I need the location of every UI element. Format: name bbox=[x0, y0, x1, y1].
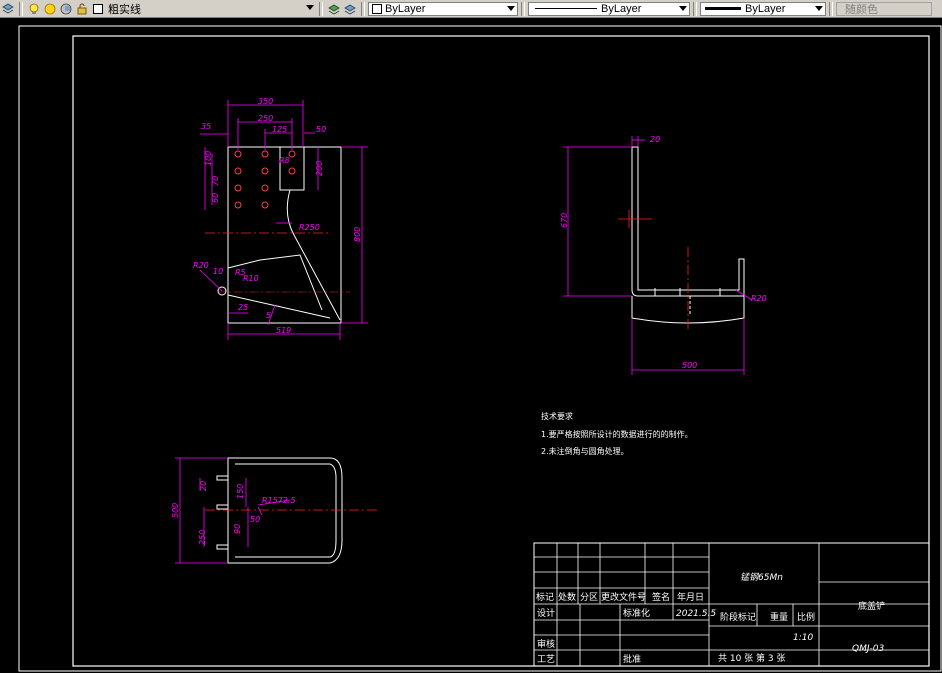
dim-35: 35 bbox=[201, 122, 211, 131]
chevron-down-icon[interactable] bbox=[306, 4, 314, 10]
sun-icon[interactable] bbox=[44, 3, 56, 15]
bulb-icon[interactable] bbox=[28, 3, 40, 15]
dim-r250: R250 bbox=[299, 223, 320, 232]
lock-icon[interactable] bbox=[76, 3, 88, 15]
dim-90: 90 bbox=[233, 524, 242, 534]
dim-10: 10 bbox=[213, 267, 223, 276]
tb-material: 锰钢65Mn bbox=[740, 572, 783, 583]
dim-200: 200 bbox=[315, 161, 324, 176]
tb-header-mark: 标记 bbox=[536, 591, 554, 603]
tb-stage-label: 阶段标记 bbox=[720, 611, 756, 623]
tb-header-zone: 分区 bbox=[580, 592, 598, 603]
dim-500: 500 bbox=[171, 503, 180, 518]
dim-r1572: R1572.5 bbox=[262, 496, 296, 505]
tb-process-label: 工艺 bbox=[537, 654, 555, 665]
layer-manager-icon[interactable] bbox=[2, 3, 14, 15]
tb-header-sign: 签名 bbox=[652, 591, 670, 603]
dim-20: 20 bbox=[650, 135, 660, 144]
properties-toolbar: 粗实线 ByLayer ByLayer ByLayer 随颜色 bbox=[0, 0, 942, 18]
dim-800: 800 bbox=[353, 227, 362, 242]
tb-drawing-number: QMJ-03 bbox=[852, 644, 884, 654]
layer-dropdown[interactable]: 粗实线 bbox=[106, 2, 316, 16]
dim-350: 350 bbox=[258, 97, 273, 106]
dim-r20: R20 bbox=[193, 261, 209, 270]
dim-5: 5 bbox=[266, 311, 271, 320]
dim-500: 500 bbox=[682, 361, 697, 370]
view-top: 500 20 150 90 250 50 R1572.5 bbox=[171, 457, 380, 564]
dim-250: 250 bbox=[258, 114, 273, 123]
dim-250: 250 bbox=[198, 530, 207, 545]
tb-part-name: 底盖铲 bbox=[858, 600, 885, 612]
chevron-down-icon[interactable] bbox=[507, 5, 515, 11]
color-swatch-icon bbox=[372, 3, 382, 14]
dim-r8: R8 bbox=[279, 156, 290, 165]
dim-50: 50 bbox=[316, 125, 326, 134]
title-block: 标记 处数 分区 更改文件号 签名 年月日 设计 标准化 2021.5.5 审核… bbox=[533, 542, 930, 667]
dim-60: 60 bbox=[211, 193, 220, 203]
technical-notes: 技术要求 1.要严格按照所设计的数据进行的的制作。 2.未注倒角与圆角处理。 bbox=[541, 411, 693, 456]
lineweight-control-dropdown[interactable]: ByLayer bbox=[700, 1, 826, 16]
layer-previous-icon[interactable] bbox=[344, 3, 356, 15]
dim-519: 519 bbox=[276, 326, 291, 335]
drawing-canvas[interactable]: 350 250 125 50 35 100 70 60 200 800 519 … bbox=[0, 18, 942, 673]
plotstyle-control-value: 随颜色 bbox=[845, 2, 878, 16]
dim-670: 670 bbox=[560, 213, 569, 228]
outer-border bbox=[18, 25, 942, 672]
linetype-sample-line bbox=[535, 8, 597, 9]
dim-25: 25 bbox=[238, 303, 248, 312]
linetype-control-dropdown[interactable]: ByLayer bbox=[528, 1, 690, 16]
view-front-section: 350 250 125 50 35 100 70 60 200 800 519 … bbox=[193, 97, 368, 340]
dim-100: 100 bbox=[204, 151, 213, 166]
tb-header-count: 处数 bbox=[558, 591, 576, 603]
tb-sheets: 共 10 张 第 3 张 bbox=[718, 652, 785, 664]
tb-scale-label: 比例 bbox=[797, 611, 815, 623]
chevron-down-icon[interactable] bbox=[679, 5, 687, 11]
dim-150: 150 bbox=[236, 484, 245, 499]
dim-r10: R10 bbox=[243, 274, 259, 283]
dim-r20: R20 bbox=[751, 294, 767, 303]
tb-header-date: 年月日 bbox=[677, 591, 704, 603]
color-control-dropdown[interactable]: ByLayer bbox=[368, 1, 518, 16]
lineweight-sample-line bbox=[705, 7, 741, 10]
tb-scale-value: 1:10 bbox=[793, 633, 813, 643]
make-layer-current-icon[interactable] bbox=[328, 3, 340, 15]
layer-name: 粗实线 bbox=[108, 2, 141, 16]
chevron-down-icon[interactable] bbox=[815, 5, 823, 11]
tb-design-date: 2021.5.5 bbox=[676, 609, 716, 619]
freeze-viewport-icon[interactable] bbox=[60, 3, 72, 15]
linetype-control-value: ByLayer bbox=[601, 2, 642, 15]
lineweight-control-value: ByLayer bbox=[745, 2, 786, 15]
tb-header-docno: 更改文件号 bbox=[601, 591, 646, 603]
layer-color-swatch-icon[interactable] bbox=[92, 3, 104, 15]
notes-line-1: 1.要严格按照所设计的数据进行的的制作。 bbox=[541, 429, 693, 439]
tb-design-label: 设计 bbox=[537, 607, 555, 619]
notes-title: 技术要求 bbox=[541, 411, 573, 421]
dim-20: 20 bbox=[199, 481, 208, 491]
dim-50: 50 bbox=[250, 515, 260, 524]
tb-weight-label: 重量 bbox=[770, 611, 788, 623]
color-control-value: ByLayer bbox=[385, 2, 426, 15]
plotstyle-control-dropdown: 随颜色 bbox=[836, 1, 932, 16]
tb-check-label: 审核 bbox=[537, 638, 555, 650]
tb-approve-label: 批准 bbox=[623, 653, 641, 665]
notes-line-2: 2.未注倒角与圆角处理。 bbox=[541, 446, 629, 456]
dim-125: 125 bbox=[272, 125, 287, 134]
dim-70: 70 bbox=[211, 176, 220, 186]
view-side: 20 670 500 R20 bbox=[560, 135, 767, 375]
tb-standard-label: 标准化 bbox=[623, 607, 650, 619]
